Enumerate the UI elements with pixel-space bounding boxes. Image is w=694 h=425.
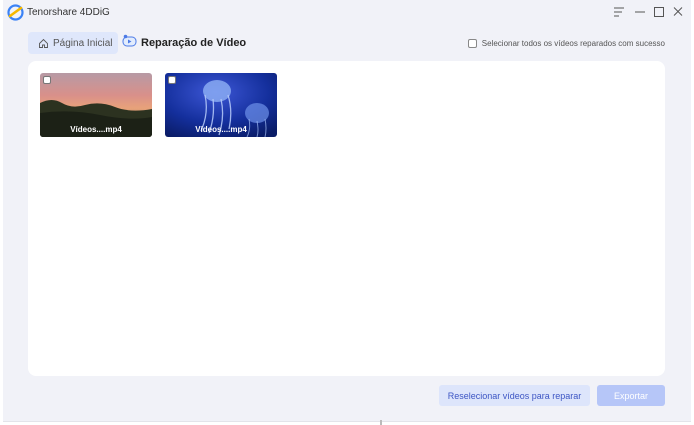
app-title: Tenorshare 4DDiG [27, 7, 110, 18]
video-filename: Vídeos....mp4 [70, 125, 122, 134]
video-card[interactable]: Vídeos....mp4 [165, 73, 277, 137]
close-icon[interactable] [670, 5, 686, 19]
resize-handle[interactable] [380, 420, 382, 425]
app-window: Tenorshare 4DDiG Página Inicial Reparaçã… [3, 0, 691, 422]
minimize-icon[interactable] [632, 5, 648, 19]
video-checkbox[interactable] [168, 76, 176, 84]
video-card[interactable]: Vídeos....mp4 [40, 73, 152, 137]
select-all-checkbox[interactable]: Selecionar todos os vídeos reparados com… [467, 39, 665, 48]
home-tab[interactable]: Página Inicial [28, 32, 118, 54]
video-repair-icon [122, 34, 138, 52]
title-bar: Tenorshare 4DDiG [3, 0, 691, 26]
navigation-bar: Página Inicial Reparação de Vídeo Seleci… [3, 30, 691, 56]
video-list-panel: Vídeos....mp4 Vídeos....mp4 [28, 61, 665, 376]
video-checkbox[interactable] [43, 76, 51, 84]
maximize-icon[interactable] [651, 5, 667, 19]
page-title: Reparação de Vídeo [141, 37, 247, 49]
menu-icon[interactable] [611, 5, 627, 19]
home-icon [39, 38, 48, 48]
video-filename: Vídeos....mp4 [195, 125, 247, 134]
select-all-label: Selecionar todos os vídeos reparados com… [481, 39, 665, 48]
reselect-videos-button[interactable]: Reselecionar vídeos para reparar [439, 385, 590, 406]
export-button[interactable]: Exportar [597, 385, 665, 406]
app-logo-icon [7, 4, 24, 21]
video-repair-tab: Reparação de Vídeo [122, 34, 246, 52]
home-tab-label: Página Inicial [53, 37, 113, 49]
select-all-checkbox-box[interactable] [467, 39, 477, 48]
